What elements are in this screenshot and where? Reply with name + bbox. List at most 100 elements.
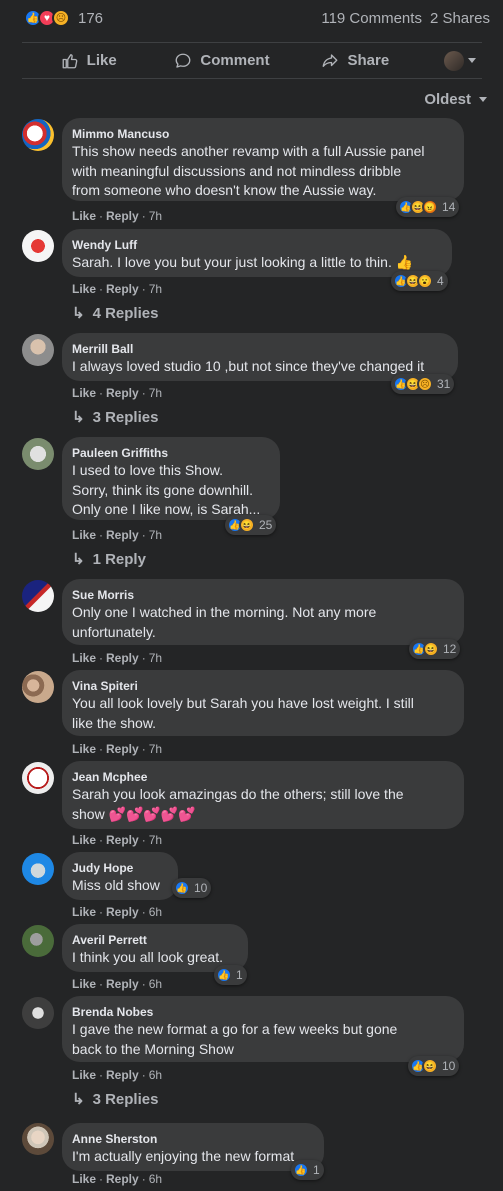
comment-author[interactable]: Brenda Nobes <box>72 1004 452 1020</box>
reaction-count: 4 <box>437 274 444 288</box>
avatar[interactable] <box>22 1123 54 1155</box>
comment-sort-dropdown[interactable]: Oldest <box>424 91 487 108</box>
reaction-count: 1 <box>313 1163 320 1177</box>
comment-reply-link[interactable]: Reply <box>106 282 139 296</box>
comment-reply-link[interactable]: Reply <box>106 209 139 223</box>
avatar[interactable] <box>22 997 54 1029</box>
comment-author[interactable]: Jean Mcphee <box>72 769 452 785</box>
comment-meta: Like · Reply · 7h <box>72 833 163 847</box>
comment-like-link[interactable]: Like <box>72 905 96 919</box>
thumbs-up-icon <box>62 53 78 68</box>
view-replies-link[interactable]: ↳ 3 Replies <box>72 408 158 427</box>
haha-reaction-icon: 😆 <box>239 517 255 533</box>
avatar[interactable] <box>22 119 54 151</box>
like-button[interactable]: Like <box>22 52 155 70</box>
shares-count-link[interactable]: 2 Shares <box>430 10 490 27</box>
reaction-badge[interactable]: 👍 😆 😠 14 <box>396 197 460 217</box>
avatar[interactable] <box>22 580 54 612</box>
comment-reply-link[interactable]: Reply <box>106 386 139 400</box>
comment-reply-link[interactable]: Reply <box>106 742 139 756</box>
reaction-badge[interactable]: 👍 😆 25 <box>225 515 277 535</box>
comment-button[interactable]: Comment <box>155 52 288 70</box>
comment-text-line: I used to love this Show. <box>72 462 223 478</box>
comment-text-line: with meaningful discussions and not mind… <box>72 162 402 179</box>
share-button[interactable]: Share <box>289 52 422 70</box>
comment-timestamp[interactable]: 7h <box>149 833 162 847</box>
comment-author[interactable]: Anne Sherston <box>72 1131 312 1147</box>
comment-text-line: from someone who doesn't know the Aussie… <box>72 182 377 198</box>
comment-timestamp[interactable]: 7h <box>149 386 162 400</box>
comment-timestamp[interactable]: 7h <box>149 282 162 296</box>
view-replies-link[interactable]: ↳ 3 Replies <box>72 1090 158 1109</box>
comment-text-line: You all look lovely but Sarah you have l… <box>72 695 414 711</box>
comment-meta: Like · Reply · 7h <box>72 282 163 296</box>
comment-like-link[interactable]: Like <box>72 282 96 296</box>
avatar[interactable] <box>22 925 54 957</box>
reaction-count: 176 <box>78 9 104 27</box>
comment-bubble: Pauleen Griffiths I used to love this Sh… <box>62 437 280 520</box>
avatar[interactable] <box>22 438 54 470</box>
avatar[interactable] <box>22 671 54 703</box>
reaction-badge[interactable]: 👍 😆 12 <box>409 639 461 659</box>
comment-author[interactable]: Averil Perrett <box>72 932 236 948</box>
reaction-badge[interactable]: 👍 10 <box>172 878 212 898</box>
comment-like-link[interactable]: Like <box>72 651 96 665</box>
comment-icon <box>175 53 191 68</box>
comment-reply-link[interactable]: Reply <box>106 651 139 665</box>
reply-arrow-icon: ↳ <box>72 305 85 322</box>
reaction-badge[interactable]: 👍 😆 ☹ 31 <box>391 374 455 394</box>
comment-reply-link[interactable]: Reply <box>106 1172 139 1186</box>
comment-timestamp[interactable]: 7h <box>149 742 162 756</box>
comment-like-link[interactable]: Like <box>72 742 96 756</box>
comment-author[interactable]: Mimmo Mancuso <box>72 126 452 142</box>
reaction-count: 12 <box>443 642 457 656</box>
comment-reply-link[interactable]: Reply <box>106 528 139 542</box>
comment-like-link[interactable]: Like <box>72 1068 96 1082</box>
profile-avatar-icon <box>443 50 464 71</box>
comment-timestamp[interactable]: 6h <box>149 905 162 919</box>
reaction-badge[interactable]: 👍 1 <box>291 1160 324 1180</box>
comment-author[interactable]: Judy Hope <box>72 860 166 876</box>
comment-meta: Like · Reply · 6h <box>72 1172 163 1186</box>
comment-reply-link[interactable]: Reply <box>106 1068 139 1082</box>
avatar[interactable] <box>22 762 54 794</box>
comment-timestamp[interactable]: 7h <box>149 528 162 542</box>
comment-timestamp[interactable]: 7h <box>149 209 162 223</box>
comments-count-link[interactable]: 119 Comments <box>321 10 422 27</box>
comment-like-link[interactable]: Like <box>72 209 96 223</box>
comment-timestamp[interactable]: 7h <box>149 651 162 665</box>
comment-author[interactable]: Pauleen Griffiths <box>72 445 268 461</box>
comment-like-link[interactable]: Like <box>72 833 96 847</box>
avatar[interactable] <box>22 230 54 262</box>
comment-like-link[interactable]: Like <box>72 977 96 991</box>
reaction-badge[interactable]: 👍 😆 10 <box>408 1056 460 1076</box>
view-replies-link[interactable]: ↳ 4 Replies <box>72 304 158 323</box>
comment-text-line: Sorry, think its gone downhill. <box>72 481 254 498</box>
comment-author[interactable]: Wendy Luff <box>72 237 440 253</box>
comment-text-line: Sarah. I love you but your just looking … <box>72 254 414 270</box>
comment-like-link[interactable]: Like <box>72 528 96 542</box>
comment-timestamp[interactable]: 6h <box>149 1172 162 1186</box>
comment-timestamp[interactable]: 6h <box>149 1068 162 1082</box>
like-reaction-icon: 👍 <box>216 967 232 983</box>
comment-meta: Like · Reply · 7h <box>72 651 163 665</box>
reaction-identity-selector[interactable] <box>422 50 482 71</box>
angry-reaction-icon: 😠 <box>422 199 438 215</box>
comment-author[interactable]: Vina Spiteri <box>72 678 452 694</box>
comment-bubble: Anne Sherston I'm actually enjoying the … <box>62 1123 324 1171</box>
avatar[interactable] <box>22 853 54 885</box>
view-replies-link[interactable]: ↳ 1 Reply <box>72 550 146 569</box>
comment-like-link[interactable]: Like <box>72 1172 96 1186</box>
comment-reply-link[interactable]: Reply <box>106 905 139 919</box>
comment-reply-link[interactable]: Reply <box>106 833 139 847</box>
post-stats-bar: 👍 ♥ ☹ 176 119 Comments 2 Shares <box>0 0 503 40</box>
comment-like-link[interactable]: Like <box>72 386 96 400</box>
comment-timestamp[interactable]: 6h <box>149 977 162 991</box>
comment-reply-link[interactable]: Reply <box>106 977 139 991</box>
comment-author[interactable]: Sue Morris <box>72 587 452 603</box>
avatar[interactable] <box>22 334 54 366</box>
reaction-badge[interactable]: 👍 😆 😮 4 <box>391 271 448 291</box>
reaction-badge[interactable]: 👍 1 <box>214 965 247 985</box>
reaction-summary[interactable]: 👍 ♥ ☹ 176 <box>24 9 103 27</box>
comment-author[interactable]: Merrill Ball <box>72 341 446 357</box>
